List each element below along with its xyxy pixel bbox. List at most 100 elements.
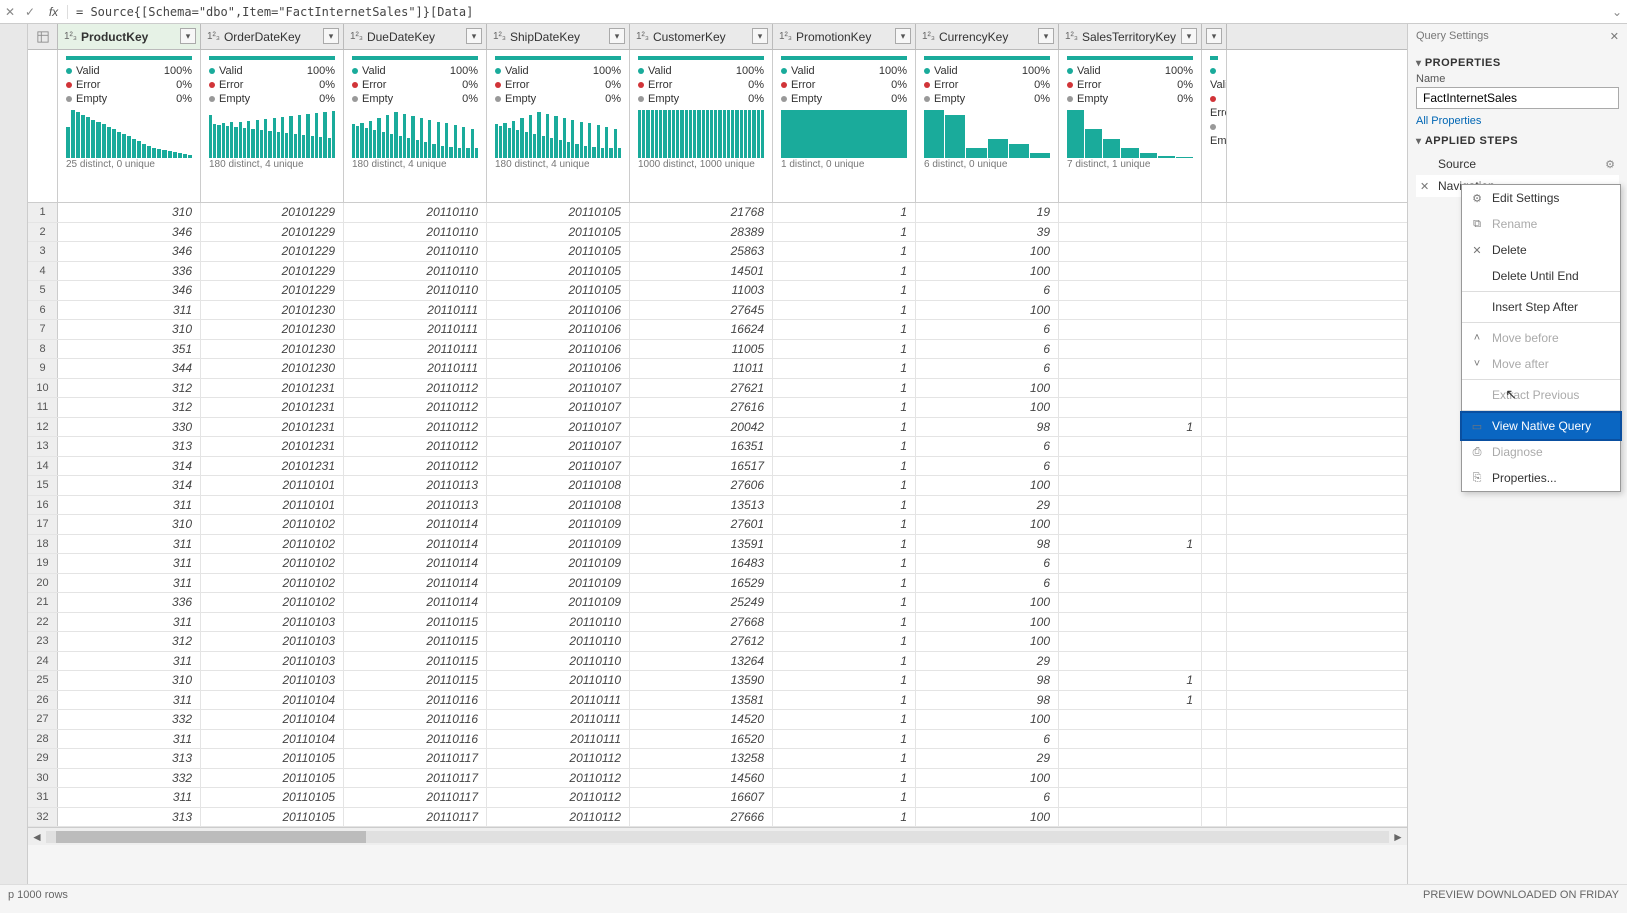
type-icon[interactable]: 1²₃	[64, 31, 77, 42]
cell[interactable]: 20110104	[201, 730, 344, 749]
cell[interactable]: 1	[773, 203, 916, 222]
cell[interactable]	[1059, 613, 1202, 632]
row-number[interactable]: 24	[28, 652, 58, 671]
table-row[interactable]: 30332201101052011011720110112145601100	[28, 769, 1407, 789]
row-number[interactable]: 12	[28, 418, 58, 437]
cell[interactable]: 20110106	[487, 340, 630, 359]
cell[interactable]: 100	[916, 379, 1059, 398]
cell[interactable]: 14560	[630, 769, 773, 788]
cell[interactable]: 20110113	[344, 476, 487, 495]
cell[interactable]: 98	[916, 535, 1059, 554]
cell[interactable]	[1059, 808, 1202, 827]
cell[interactable]: 311	[58, 574, 201, 593]
table-options-button[interactable]	[28, 24, 58, 49]
properties-section-title[interactable]: PROPERTIES	[1416, 57, 1619, 69]
cell[interactable]: 312	[58, 379, 201, 398]
table-row[interactable]: 93442010123020110111201101061101116	[28, 359, 1407, 379]
filter-dropdown-icon[interactable]: ▾	[752, 28, 768, 44]
cell[interactable]: 13581	[630, 691, 773, 710]
cell[interactable]: 20101231	[201, 437, 344, 456]
filter-dropdown-icon[interactable]: ▾	[1181, 28, 1197, 44]
table-row[interactable]: 73102010123020110111201101061662416	[28, 320, 1407, 340]
row-number[interactable]: 23	[28, 632, 58, 651]
cell[interactable]: 6	[916, 281, 1059, 300]
cell[interactable]	[1059, 301, 1202, 320]
cell[interactable]: 25249	[630, 593, 773, 612]
cell[interactable]: 20110102	[201, 574, 344, 593]
type-icon[interactable]: 1²₃	[350, 31, 363, 42]
cell[interactable]: 346	[58, 281, 201, 300]
cell[interactable]	[1059, 379, 1202, 398]
cell[interactable]	[1059, 574, 1202, 593]
cell[interactable]: 1	[773, 301, 916, 320]
cell[interactable]: 20110104	[201, 710, 344, 729]
cell[interactable]: 20110103	[201, 671, 344, 690]
cell[interactable]: 100	[916, 632, 1059, 651]
cell[interactable]: 332	[58, 710, 201, 729]
cell[interactable]	[1202, 710, 1227, 729]
cell[interactable]: 19	[916, 203, 1059, 222]
scroll-left-icon[interactable]: ◄	[28, 830, 46, 844]
cell[interactable]: 20110105	[487, 281, 630, 300]
cell[interactable]	[1059, 320, 1202, 339]
cell[interactable]: 100	[916, 262, 1059, 281]
cell[interactable]: 20110105	[487, 203, 630, 222]
table-row[interactable]: 11312201012312011011220110107276161100	[28, 398, 1407, 418]
cell[interactable]: 1	[773, 496, 916, 515]
row-number[interactable]: 27	[28, 710, 58, 729]
row-number[interactable]: 5	[28, 281, 58, 300]
row-number[interactable]: 7	[28, 320, 58, 339]
cell[interactable]: 20110112	[487, 788, 630, 807]
row-number[interactable]: 21	[28, 593, 58, 612]
cell[interactable]: 20110112	[344, 437, 487, 456]
cell[interactable]: 100	[916, 398, 1059, 417]
cell[interactable]: 310	[58, 515, 201, 534]
cell[interactable]	[1059, 788, 1202, 807]
row-number[interactable]: 14	[28, 457, 58, 476]
table-row[interactable]: 10312201012312011011220110107276211100	[28, 379, 1407, 399]
cell[interactable]: 20110112	[344, 398, 487, 417]
table-row[interactable]: 2931320110105201101172011011213258129	[28, 749, 1407, 769]
cell[interactable]: 311	[58, 535, 201, 554]
column-header[interactable]: A ▾	[1202, 24, 1227, 49]
table-row[interactable]: 26311201101042011011620110111135811981	[28, 691, 1407, 711]
cell[interactable]: 100	[916, 808, 1059, 827]
cell[interactable]: 20110117	[344, 788, 487, 807]
cell[interactable]: 11005	[630, 340, 773, 359]
cell[interactable]: 20110103	[201, 652, 344, 671]
cell[interactable]	[1202, 320, 1227, 339]
filter-dropdown-icon[interactable]: ▾	[895, 28, 911, 44]
cell[interactable]: 20110110	[344, 203, 487, 222]
filter-dropdown-icon[interactable]: ▾	[1206, 28, 1222, 44]
cell[interactable]	[1202, 379, 1227, 398]
cell[interactable]: 29	[916, 652, 1059, 671]
row-number[interactable]: 3	[28, 242, 58, 261]
cell[interactable]: 100	[916, 710, 1059, 729]
column-header[interactable]: 1²₃ SalesTerritoryKey ▾	[1059, 24, 1202, 49]
cell[interactable]: 16520	[630, 730, 773, 749]
cell[interactable]: 1	[773, 632, 916, 651]
cell[interactable]: 20110112	[487, 808, 630, 827]
table-row[interactable]: 133132010123120110112201101071635116	[28, 437, 1407, 457]
cell[interactable]	[1202, 652, 1227, 671]
cell[interactable]: 1	[773, 359, 916, 378]
expand-formula-icon[interactable]: ⌄	[1607, 5, 1627, 19]
row-number[interactable]: 1	[28, 203, 58, 222]
cell[interactable]: 311	[58, 788, 201, 807]
cancel-icon[interactable]: ✕	[0, 5, 20, 19]
cell[interactable]: 20101231	[201, 418, 344, 437]
cell[interactable]	[1059, 730, 1202, 749]
cell[interactable]: 16483	[630, 554, 773, 573]
table-row[interactable]: 83512010123020110111201101061100516	[28, 340, 1407, 360]
queries-collapsed-strip[interactable]	[0, 24, 28, 884]
cell[interactable]: 1	[773, 515, 916, 534]
row-number[interactable]: 9	[28, 359, 58, 378]
cell[interactable]: 311	[58, 730, 201, 749]
cell[interactable]: 20110109	[487, 535, 630, 554]
table-row[interactable]: 1631120110101201101132011010813513129	[28, 496, 1407, 516]
row-number[interactable]: 8	[28, 340, 58, 359]
cell[interactable]: 1	[773, 613, 916, 632]
type-icon[interactable]: 1²₃	[1065, 31, 1078, 42]
cell[interactable]: 311	[58, 691, 201, 710]
cell[interactable]	[1202, 769, 1227, 788]
